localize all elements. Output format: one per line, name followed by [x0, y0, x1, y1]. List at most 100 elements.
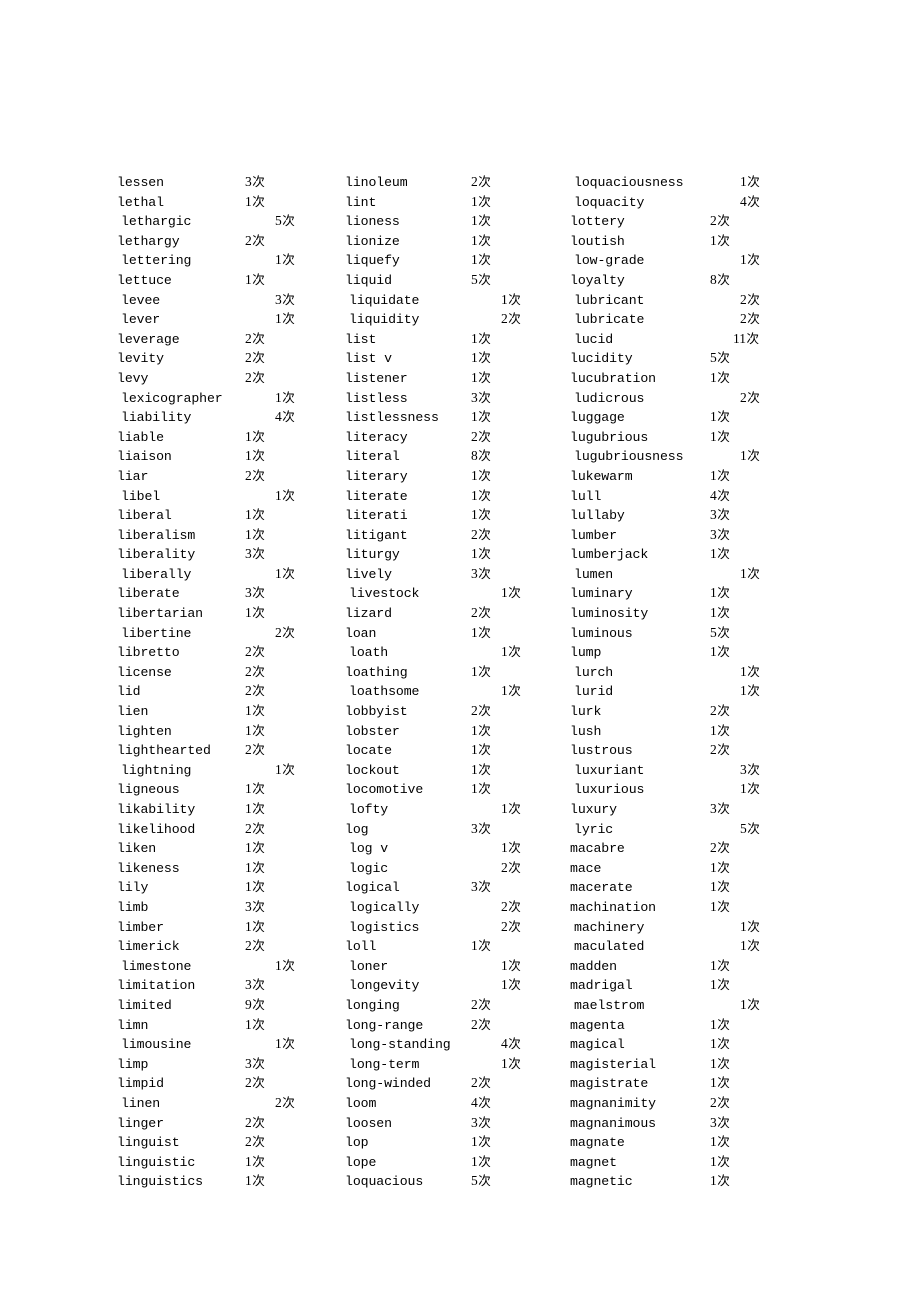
entry-count-unit: 次: [478, 448, 491, 464]
entry-count: 2次: [471, 525, 491, 545]
entry-word: loath: [349, 645, 389, 661]
entry-count-unit: 次: [717, 350, 730, 366]
entry-count-unit: 次: [508, 840, 521, 856]
entry-count-number: 1: [471, 350, 478, 366]
vocabulary-entry: literate 1次: [345, 486, 570, 506]
entry-word: levity: [117, 351, 164, 367]
entry-count: 2次: [245, 740, 265, 760]
vocabulary-entry: listener 1次: [345, 368, 570, 388]
entry-count: 3次: [245, 544, 265, 564]
entry-word: magnetic: [570, 1174, 633, 1190]
entry-word: lustrous: [570, 743, 633, 759]
entry-word: liken: [117, 841, 157, 857]
word-column-3: loquaciousness 1次 loquacity 4次 lottery 2次 lout…: [570, 172, 817, 1191]
entry-word: liquidate: [349, 292, 420, 308]
entry-word: magnate: [570, 1135, 625, 1151]
entry-count-number: 1: [710, 1055, 717, 1071]
entry-count: 2次: [710, 701, 730, 721]
vocabulary-entry: lessen 3次: [117, 172, 345, 192]
entry-count: 3次: [245, 897, 265, 917]
entry-word: list: [345, 331, 377, 347]
entry-count-number: 2: [245, 369, 252, 385]
entry-word: list v: [345, 351, 392, 367]
entry-word: loyalty: [570, 272, 625, 288]
entry-count-number: 2: [710, 742, 717, 758]
entry-count-unit: 次: [478, 467, 491, 483]
entry-count-unit: 次: [252, 507, 265, 523]
entry-word: lump: [570, 645, 602, 661]
entry-count-unit: 次: [252, 801, 265, 816]
entry-word: lighten: [117, 723, 172, 739]
entry-count: 3次: [471, 819, 491, 839]
vocabulary-entry: limn 1次: [117, 1015, 345, 1035]
column-container: lessen 3次 lethal 1次 lethargic 5次 lethargy 2次 let…: [117, 172, 817, 1191]
entry-count-number: 1: [501, 644, 508, 660]
entry-count: 1次: [710, 427, 730, 447]
entry-count-number: 1: [501, 585, 508, 601]
entry-count-unit: 次: [717, 1114, 730, 1130]
vocabulary-entry: lubricate 2次: [570, 309, 817, 329]
entry-word: magnet: [570, 1154, 617, 1170]
entry-word: lid: [117, 684, 141, 700]
entry-count-unit: 次: [478, 938, 491, 954]
entry-word: liable: [117, 429, 164, 445]
entry-count: 2次: [501, 897, 521, 917]
entry-count-unit: 次: [282, 565, 295, 581]
entry-count-number: 2: [245, 1114, 252, 1130]
entry-count-unit: 次: [717, 859, 730, 875]
entry-count-unit: 次: [478, 252, 491, 268]
vocabulary-entry: likability 1次: [117, 799, 345, 819]
entry-count-unit: 次: [478, 428, 491, 444]
entry-word: locate: [345, 743, 392, 759]
entry-count-number: 1: [740, 781, 747, 797]
entry-count-unit: 次: [282, 213, 295, 229]
entry-word: luminous: [570, 625, 633, 641]
entry-word: log: [345, 821, 369, 837]
entry-count-unit: 次: [252, 683, 265, 699]
entry-count: 1次: [245, 1171, 265, 1191]
entry-count-unit: 次: [508, 1055, 521, 1071]
entry-word: lop: [345, 1135, 369, 1151]
vocabulary-entry: lethal 1次: [117, 192, 345, 212]
entry-count: 2次: [245, 662, 265, 682]
entry-count-number: 2: [740, 311, 747, 327]
vocabulary-entry: lien 1次: [117, 701, 345, 721]
entry-count: 1次: [245, 192, 265, 212]
entry-count: 1次: [710, 956, 730, 976]
vocabulary-entry: lockout 1次: [345, 760, 570, 780]
entry-count-unit: 次: [252, 742, 265, 758]
entry-count-unit: 次: [478, 409, 491, 425]
entry-word: limn: [117, 1017, 149, 1033]
entry-word: liar: [117, 468, 149, 484]
entry-count-unit: 次: [478, 487, 491, 503]
entry-count: 2次: [245, 368, 265, 388]
entry-count-unit: 次: [747, 781, 760, 797]
vocabulary-entry: liar 2次: [117, 466, 345, 486]
entry-count-number: 1: [245, 1173, 252, 1189]
entry-count-number: 1: [245, 722, 252, 738]
entry-count-unit: 次: [252, 820, 265, 836]
entry-count-number: 3: [740, 761, 747, 777]
entry-word: locomotive: [345, 782, 424, 798]
entry-count-unit: 次: [282, 409, 295, 425]
vocabulary-entry: lubricant 2次: [570, 290, 817, 310]
entry-count-number: 2: [740, 291, 747, 307]
entry-count-unit: 次: [747, 996, 760, 1012]
entry-count-number: 2: [710, 703, 717, 719]
entry-word: linguistic: [117, 1154, 196, 1170]
entry-count-unit: 次: [252, 996, 265, 1012]
entry-count-unit: 次: [252, 1114, 265, 1130]
entry-word: loathsome: [349, 684, 420, 700]
entry-word: longevity: [349, 978, 420, 994]
entry-count: 1次: [471, 760, 491, 780]
entry-count: 1次: [245, 1152, 265, 1172]
vocabulary-entry: leverage 2次: [117, 329, 345, 349]
entry-count: 1次: [471, 466, 491, 486]
entry-count: 1次: [471, 662, 491, 682]
vocabulary-entry: loutish 1次: [570, 231, 817, 251]
entry-count: 1次: [740, 995, 760, 1015]
entry-count-unit: 次: [478, 1094, 491, 1110]
entry-count-unit: 次: [717, 487, 730, 503]
vocabulary-entry: maculated 1次: [570, 936, 817, 956]
vocabulary-entry: limber 1次: [117, 917, 345, 937]
